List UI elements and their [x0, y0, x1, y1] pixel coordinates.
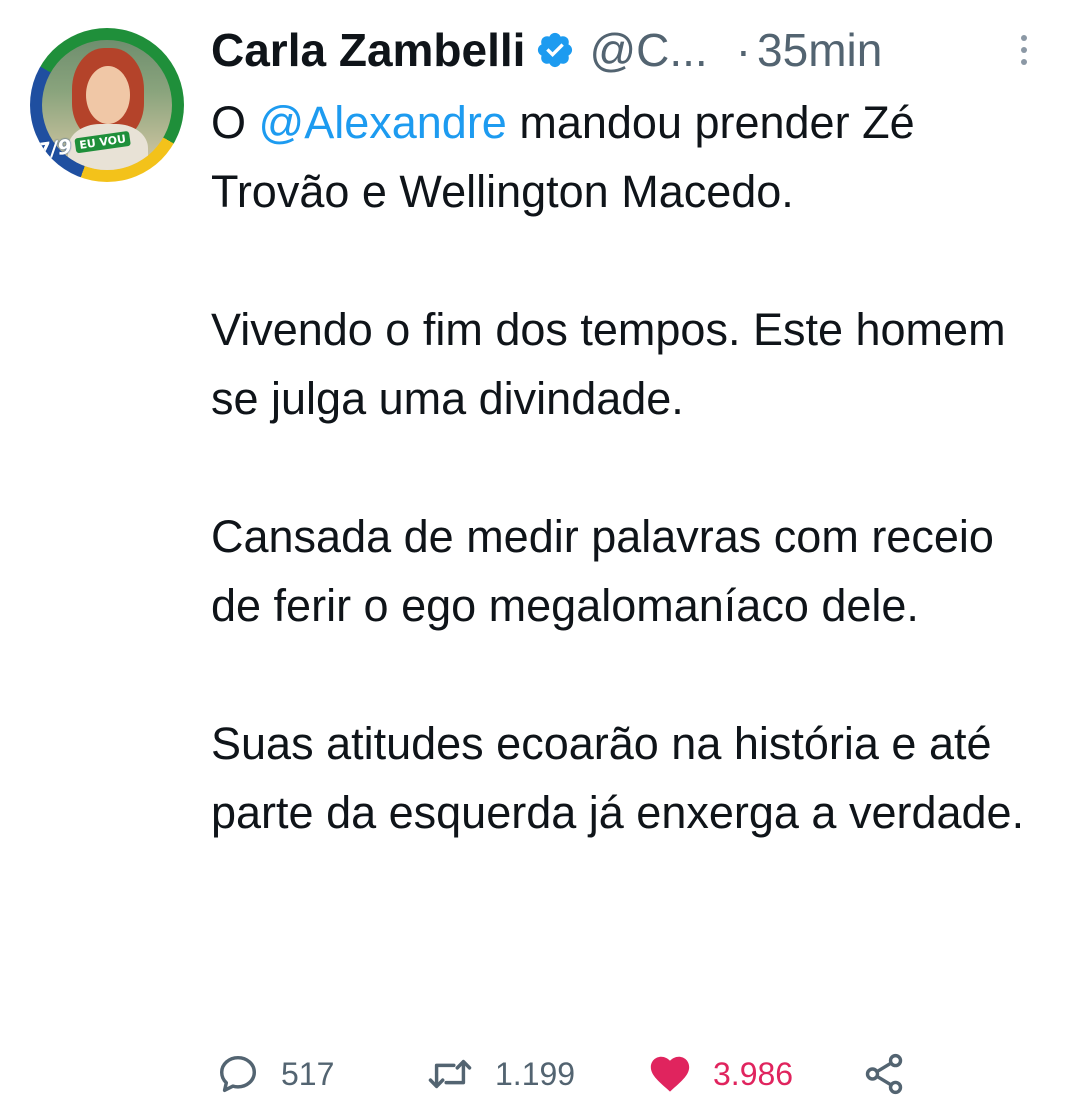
reply-count: 517	[281, 1055, 335, 1092]
like-count: 3.986	[713, 1055, 794, 1092]
retweet-button[interactable]: 1.199	[425, 1046, 575, 1102]
tweet-paragraph-3: Cansada de medir palavras com receio de …	[211, 511, 994, 631]
tweet-paragraph-1: O @Alexandre mandou prender Zé Trovão e …	[211, 88, 1056, 226]
retweet-icon	[428, 1059, 472, 1089]
like-button[interactable]: 3.986	[647, 1046, 793, 1102]
avatar-badge-number: 7/9	[35, 134, 74, 163]
separator-dot: ·	[735, 24, 752, 76]
tweet-header: Carla Zambelli @C... · 35min	[211, 18, 1051, 82]
tweet-paragraph-2: Vivendo o fim dos tempos. Este homem se …	[211, 304, 1006, 424]
reply-button[interactable]: 517	[215, 1046, 334, 1102]
tweet-actions: 517 1.199 3.986	[215, 1046, 1055, 1102]
more-options-icon[interactable]	[1017, 35, 1031, 75]
tweet-timestamp[interactable]: 35min	[757, 23, 882, 77]
avatar-face	[86, 66, 130, 124]
author-name[interactable]: Carla Zambelli	[211, 23, 525, 77]
tweet-paragraph-4: Suas atitudes ecoarão na história e até …	[211, 718, 1025, 838]
tweet-text: O @Alexandre mandou prender Zé Trovão e …	[211, 88, 1056, 847]
tweet: 7/9 EU VOU Carla Zambelli @C... · 35min …	[0, 0, 1080, 1112]
avatar-badge-text: EU VOU	[74, 130, 131, 153]
reply-icon	[219, 1055, 257, 1093]
share-icon	[865, 1053, 903, 1095]
heart-icon	[650, 1056, 690, 1092]
verified-badge-icon	[538, 32, 573, 68]
share-button[interactable]	[860, 1046, 908, 1102]
retweet-count: 1.199	[495, 1055, 576, 1092]
author-handle[interactable]: @C...	[589, 23, 707, 77]
avatar[interactable]: 7/9 EU VOU	[30, 28, 184, 182]
mention-link[interactable]: @Alexandre	[259, 97, 507, 148]
paragraph-1-prefix: O	[211, 97, 259, 148]
